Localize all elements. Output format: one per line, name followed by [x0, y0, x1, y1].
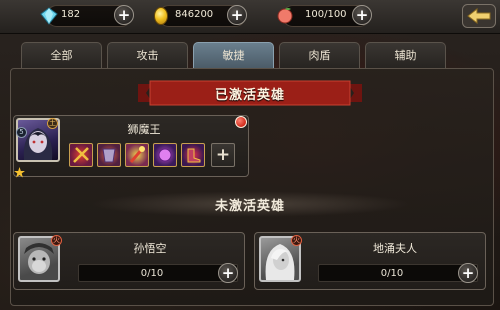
- notification-dot: [235, 116, 247, 128]
- add-equipment-button[interactable]: +: [211, 143, 235, 167]
- tab-support[interactable]: 辅助: [365, 42, 446, 69]
- gem-count: 182: [61, 9, 81, 20]
- boots-icon: [187, 148, 201, 163]
- gold-coin-icon: [154, 7, 168, 25]
- diamond-icon: [40, 7, 58, 25]
- tab-attack[interactable]: 攻击: [107, 42, 188, 69]
- add-soul-stone-button-2[interactable]: +: [458, 263, 478, 283]
- weapon-icon: [73, 147, 89, 163]
- activated-heroes-title: 已激活英雄: [214, 88, 285, 103]
- earth-element-badge: 土: [47, 118, 58, 129]
- equip-slot-1[interactable]: [69, 143, 93, 167]
- tab-tank[interactable]: 肉盾: [279, 42, 360, 69]
- equip-slot-2[interactable]: [97, 143, 121, 167]
- add-gems-button[interactable]: +: [114, 5, 134, 25]
- hero-name-lion-king: 狮魔王: [127, 123, 161, 136]
- top-resource-bar: 182 + 846200 + 100/100 +: [0, 0, 500, 34]
- hero-name-lady-earth: 地涌夫人: [373, 242, 417, 255]
- progress-text-1: 0/10: [140, 268, 164, 279]
- inactive-heroes-title: 未激活英雄: [214, 199, 285, 214]
- staff-icon: [129, 146, 145, 163]
- equip-slot-4[interactable]: [153, 143, 177, 167]
- tab-all[interactable]: 全部: [21, 42, 102, 69]
- rank-badge: 5: [16, 127, 27, 138]
- gold-count: 846200: [175, 9, 214, 20]
- peach-icon: [277, 8, 293, 24]
- amulet-icon: [158, 148, 172, 162]
- hero-name-sun-wukong: 孙悟空: [133, 242, 167, 255]
- fire-element-badge: 火: [51, 235, 62, 246]
- stamina-count: 100/100: [305, 9, 347, 20]
- progress-text-2: 0/10: [380, 268, 404, 279]
- add-soul-stone-button-1[interactable]: +: [218, 263, 238, 283]
- equip-slot-3[interactable]: [125, 143, 149, 167]
- star-icon: [14, 167, 25, 178]
- armor-icon: [102, 148, 116, 163]
- equip-slot-5[interactable]: [181, 143, 205, 167]
- fire-element-badge-2: 火: [291, 235, 302, 246]
- tab-agility[interactable]: 敏捷: [193, 42, 274, 69]
- add-gold-button[interactable]: +: [227, 5, 247, 25]
- back-arrow-icon[interactable]: [462, 4, 496, 28]
- add-stamina-button[interactable]: +: [352, 5, 372, 25]
